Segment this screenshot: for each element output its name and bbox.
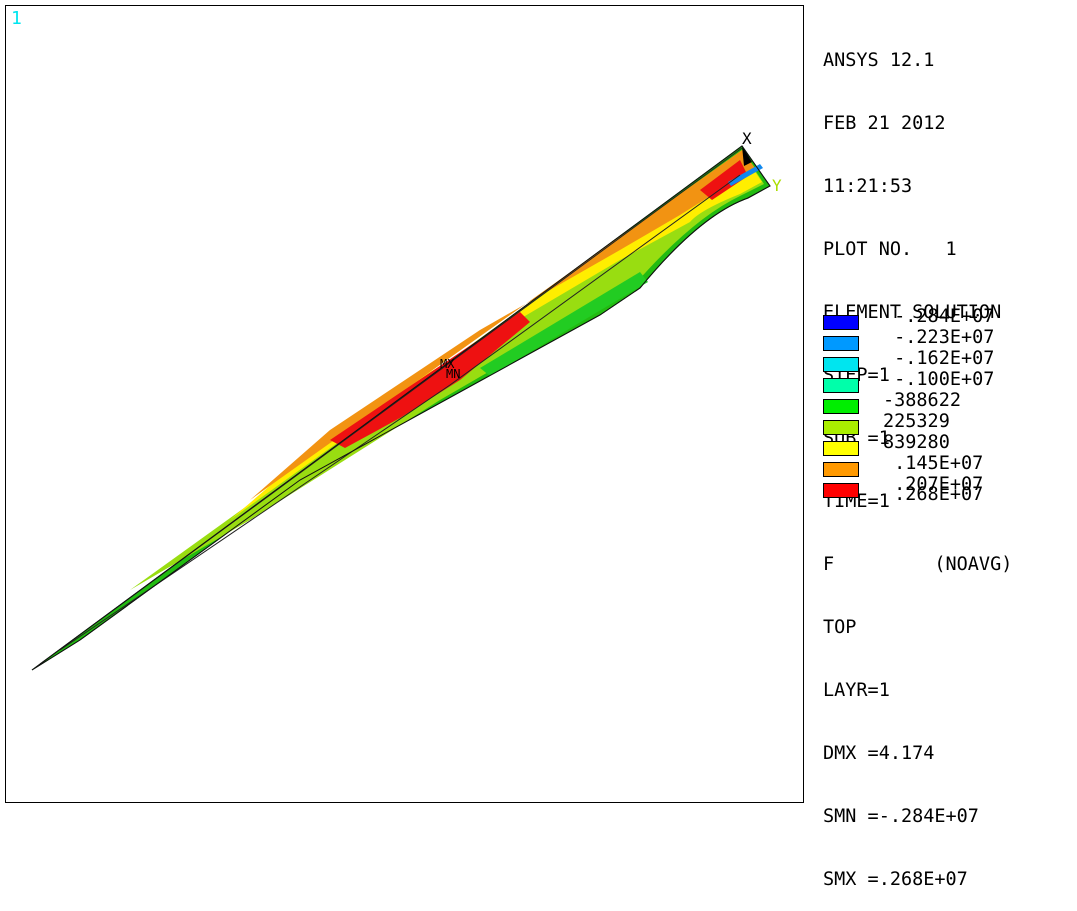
legend-swatch: [823, 336, 859, 351]
legend-value: -.223E+07: [883, 327, 995, 348]
info-line: SMN =-.284E+07: [823, 806, 979, 827]
info-line: F (NOAVG): [823, 554, 1013, 575]
info-line: TOP: [823, 617, 857, 638]
legend-swatch: [823, 357, 859, 372]
info-line: FEB 21 2012: [823, 113, 946, 134]
legend-swatch: [823, 441, 859, 456]
contour-legend: -.284E+07 -.223E+07 -.162E+07 -.100E+07 …: [823, 306, 1073, 505]
legend-swatch: [823, 315, 859, 330]
legend-value-max: .268E+07: [883, 484, 984, 505]
info-line: 11:21:53: [823, 176, 913, 197]
legend-swatch: [823, 420, 859, 435]
legend-value: .145E+07: [883, 453, 984, 474]
info-line: PLOT NO. 1: [823, 239, 957, 260]
info-line: SMX =.268E+07: [823, 869, 968, 890]
legend-swatch: [823, 378, 859, 393]
info-line: DMX =4.174: [823, 743, 935, 764]
legend-swatch: [823, 483, 859, 498]
legend-swatch: [823, 462, 859, 477]
legend-value: -388622: [883, 390, 961, 411]
min-marker-label: MN: [446, 367, 460, 381]
legend-value: 225329: [883, 411, 950, 432]
axis-y-label: Y: [772, 176, 782, 195]
info-line: ANSYS 12.1: [823, 50, 935, 71]
legend-value: -.162E+07: [883, 348, 995, 369]
legend-value: 839280: [883, 432, 950, 453]
legend-value: -.284E+07: [883, 306, 995, 327]
legend-swatch: [823, 399, 859, 414]
window-number: 1: [11, 8, 22, 29]
info-line: LAYR=1: [823, 680, 890, 701]
legend-value: -.100E+07: [883, 369, 995, 390]
axis-x-label: X: [742, 129, 752, 148]
